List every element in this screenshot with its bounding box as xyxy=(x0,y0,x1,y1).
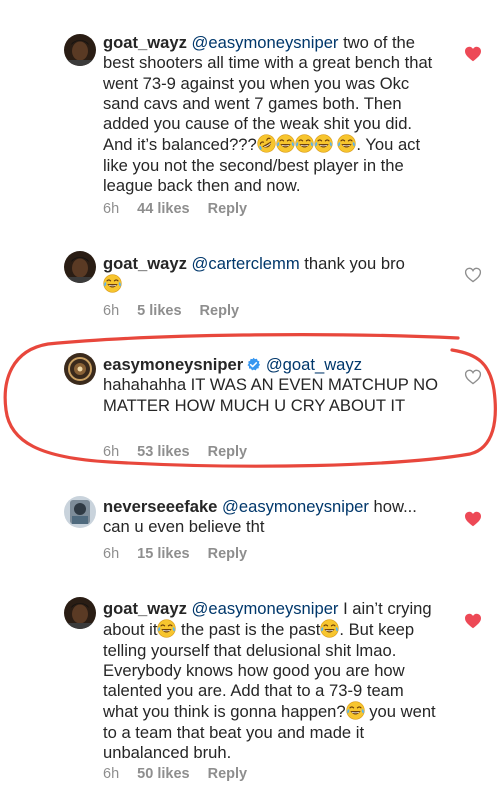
heart-filled-icon[interactable] xyxy=(464,511,482,527)
comment-time: 6h xyxy=(103,546,120,562)
comment-mention[interactable]: @easymoneysniper xyxy=(222,497,369,516)
comment-text: goat_wayz @carterclemm thank you bro xyxy=(103,254,443,296)
face-with-tears-of-joy-icon xyxy=(157,619,176,638)
comment-text: neverseeefake @easymoneysniper how... ca… xyxy=(103,497,443,538)
reply-button[interactable]: Reply xyxy=(200,303,240,319)
comment-text: easymoneysniper @goat_wayz hahahahha IT … xyxy=(103,355,443,416)
comment-likes[interactable]: 15 likes xyxy=(137,546,189,562)
comment-mention[interactable]: @goat_wayz xyxy=(266,355,362,374)
comment-username[interactable]: goat_wayz xyxy=(103,33,187,52)
comment-username[interactable]: goat_wayz xyxy=(103,599,187,618)
avatar[interactable] xyxy=(64,353,96,385)
comment-time: 6h xyxy=(103,444,120,460)
avatar[interactable] xyxy=(64,496,96,528)
heart-filled-icon[interactable] xyxy=(464,613,482,629)
comment-meta: 6h 50 likes Reply xyxy=(103,766,261,782)
face-with-tears-of-joy-icon xyxy=(103,274,122,293)
reply-button[interactable]: Reply xyxy=(208,546,248,562)
avatar[interactable] xyxy=(64,597,96,629)
comment-body: hahahahha IT WAS AN EVEN MATCHUP NO MATT… xyxy=(103,375,439,415)
comment-username[interactable]: easymoneysniper xyxy=(103,355,243,374)
face-with-tears-of-joy-icon xyxy=(337,134,356,153)
face-with-tears-of-joy-icon xyxy=(276,134,295,153)
comment-likes[interactable]: 5 likes xyxy=(137,303,181,319)
comment-body: the past is the past xyxy=(176,620,321,640)
avatar[interactable] xyxy=(64,251,96,283)
comment-time: 6h xyxy=(103,201,120,217)
rolling-on-floor-laughing-icon xyxy=(257,134,276,153)
reply-button[interactable]: Reply xyxy=(208,201,248,217)
comment-text: goat_wayz @easymoneysniper I ain’t cryin… xyxy=(103,599,443,763)
face-with-tears-of-joy-icon xyxy=(346,701,365,720)
comment-meta: 6h 15 likes Reply xyxy=(103,546,261,562)
heart-outline-icon[interactable] xyxy=(464,369,482,385)
comment-time: 6h xyxy=(103,766,120,782)
reply-button[interactable]: Reply xyxy=(208,444,248,460)
comment-mention[interactable]: @easymoneysniper xyxy=(192,33,339,52)
comment-meta: 6h 5 likes Reply xyxy=(103,303,253,319)
comment-meta: 6h 44 likes Reply xyxy=(103,201,261,217)
comment-body: thank you bro xyxy=(299,254,405,273)
comment-mention[interactable]: @easymoneysniper xyxy=(192,599,339,618)
heart-filled-icon[interactable] xyxy=(464,46,482,62)
comment-meta: 6h 53 likes Reply xyxy=(103,444,261,460)
comment-likes[interactable]: 50 likes xyxy=(137,766,189,782)
face-with-tears-of-joy-icon xyxy=(320,619,339,638)
comment-text: goat_wayz @easymoneysniper two of the be… xyxy=(103,33,443,196)
verified-badge-icon xyxy=(246,357,261,372)
comment-username[interactable]: goat_wayz xyxy=(103,254,187,273)
face-with-tears-of-joy-icon xyxy=(295,134,314,153)
face-with-tears-of-joy-icon xyxy=(314,134,333,153)
reply-button[interactable]: Reply xyxy=(208,766,248,782)
comment-time: 6h xyxy=(103,303,120,319)
heart-outline-icon[interactable] xyxy=(464,267,482,283)
avatar[interactable] xyxy=(64,34,96,66)
comment-mention[interactable]: @carterclemm xyxy=(192,254,300,273)
comment-username[interactable]: neverseeefake xyxy=(103,497,217,516)
comment-likes[interactable]: 44 likes xyxy=(137,201,189,217)
comment-likes[interactable]: 53 likes xyxy=(137,444,189,460)
